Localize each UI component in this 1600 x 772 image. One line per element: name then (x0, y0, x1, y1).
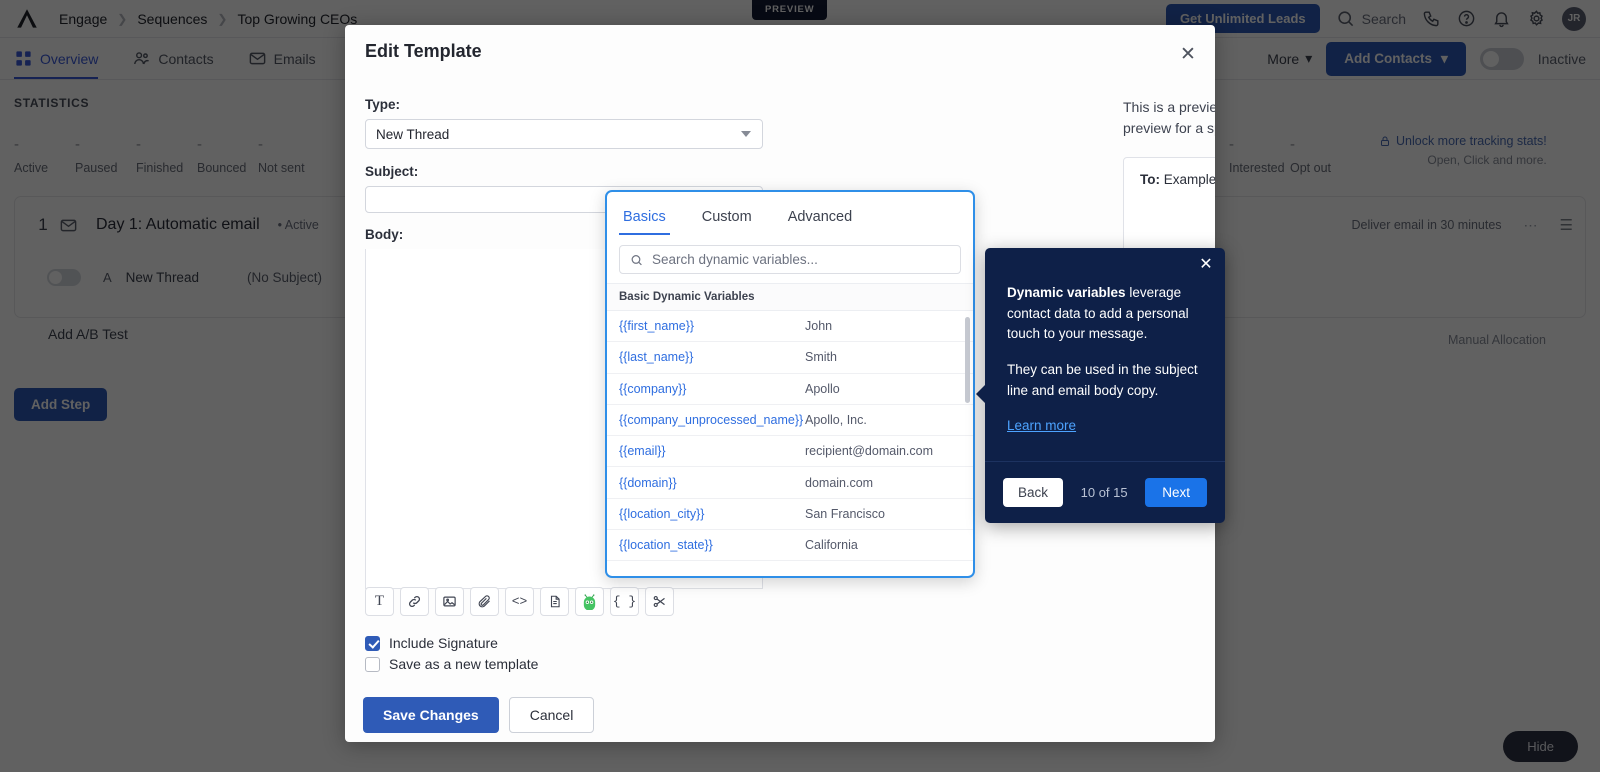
step-counter: 10 of 15 (1080, 485, 1128, 500)
variable-value: San Francisco (805, 506, 885, 521)
dynamic-variables-tabs: Basics Custom Advanced (607, 192, 973, 241)
coachmark-paragraph-1: Dynamic variables leverage contact data … (1007, 283, 1203, 345)
link-icon (409, 596, 420, 607)
include-signature-row[interactable]: Include Signature (365, 635, 538, 651)
editor-toolbar: T <> {} (365, 587, 763, 616)
document-icon[interactable] (540, 587, 569, 616)
list-item[interactable]: {{location_state}} California (607, 530, 973, 562)
variable-key: {{email}} (619, 444, 666, 459)
list-item[interactable]: {{location_city}} San Francisco (607, 499, 973, 531)
save-changes-button[interactable]: Save Changes (363, 697, 499, 733)
attachment-icon (478, 595, 490, 608)
include-signature-label: Include Signature (389, 635, 498, 651)
coachmark-body: Dynamic variables leverage contact data … (985, 248, 1225, 435)
modal-title: Edit Template (365, 41, 482, 61)
robot-mascot-icon (583, 594, 596, 610)
modal-action-buttons: Save Changes Cancel (363, 697, 595, 733)
coachmark-bold-term: Dynamic variables (1007, 285, 1126, 300)
search-icon (631, 254, 642, 265)
coachmark-footer: Back 10 of 15 Next (985, 461, 1225, 523)
preview-to-value: Example Contact <example@google.com> (1163, 172, 1215, 187)
scrollbar-thumb[interactable] (965, 317, 970, 403)
preview-note-prefix: This is a preview for an example contact… (1123, 99, 1215, 115)
variable-key: {{company_unprocessed_name}} (619, 413, 804, 428)
type-select-value: New Thread (376, 126, 450, 142)
text-format-icon[interactable]: T (365, 587, 394, 616)
variable-value: California (805, 538, 858, 553)
tab-advanced[interactable]: Advanced (784, 192, 857, 241)
code-icon[interactable]: <> (505, 587, 534, 616)
curly-braces-variable-icon[interactable]: { } (610, 587, 639, 616)
save-new-template-checkbox[interactable] (365, 656, 380, 672)
learn-more-link[interactable]: Learn more (1007, 418, 1076, 433)
type-field-label: Type: (365, 97, 401, 112)
search-input[interactable] (652, 252, 950, 267)
preview-note: This is a preview for an example contact… (1123, 97, 1215, 139)
dynamic-variables-list[interactable]: {{first_name}} John {{last_name}} Smith … (607, 311, 973, 576)
back-button[interactable]: Back (1003, 478, 1064, 507)
cancel-button[interactable]: Cancel (508, 697, 595, 733)
variable-key: {{domain}} (619, 475, 677, 490)
attachment-icon[interactable] (470, 587, 499, 616)
variable-value: domain.com (805, 475, 874, 490)
list-item[interactable]: {{last_name}} Smith (607, 342, 973, 374)
include-signature-checkbox[interactable] (365, 635, 380, 651)
list-item[interactable]: {{email}} recipient@domain.com (607, 436, 973, 468)
save-new-template-row[interactable]: Save as a new template (365, 656, 538, 672)
preview-to-label: To: (1140, 172, 1160, 187)
next-button[interactable]: Next (1145, 478, 1207, 507)
dynamic-variables-popover: Basics Custom Advanced Basic Dynamic Var… (605, 190, 975, 578)
variable-value: recipient@domain.com (805, 444, 934, 459)
variable-value: Apollo, Inc. (805, 413, 867, 428)
document-icon (550, 595, 560, 608)
type-select[interactable]: New Thread (365, 119, 763, 149)
list-item[interactable]: {{first_name}} John (607, 311, 973, 343)
list-item[interactable]: {{domain}} domain.com (607, 467, 973, 499)
image-icon[interactable] (435, 587, 464, 616)
variable-value: Smith (805, 350, 837, 365)
coachmark-tooltip: ✕ Dynamic variables leverage contact dat… (976, 248, 1225, 523)
variable-key: {{company}} (619, 381, 687, 396)
link-icon[interactable] (400, 587, 429, 616)
tab-basics[interactable]: Basics (619, 192, 670, 241)
scissors-icon[interactable] (645, 587, 674, 616)
robot-mascot-icon[interactable] (575, 587, 604, 616)
tab-custom[interactable]: Custom (698, 192, 756, 241)
variable-value: John (805, 319, 833, 334)
variable-key: {{location_city}} (619, 506, 705, 521)
variable-key: {{last_name}} (619, 350, 694, 365)
scissors-icon (653, 595, 665, 608)
variable-key: {{first_name}} (619, 319, 695, 334)
search-input-container[interactable] (619, 245, 961, 274)
variable-key: {{location_state}} (619, 538, 713, 553)
list-item[interactable]: {{company}} Apollo (607, 374, 973, 405)
subject-field-label: Subject: (365, 164, 419, 179)
chevron-down-icon (741, 131, 751, 137)
preview-to-row: To: Example Contact <example@google.com> (1140, 172, 1215, 187)
list-item[interactable]: {{company_unprocessed_name}} Apollo, Inc… (607, 405, 973, 437)
dynamic-variables-section-title: Basic Dynamic Variables (607, 283, 973, 311)
save-new-template-label: Save as a new template (389, 656, 539, 672)
coachmark-paragraph-2: They can be used in the subject line and… (1007, 361, 1198, 398)
close-icon[interactable]: ✕ (1197, 255, 1215, 273)
image-icon (443, 596, 456, 607)
dynamic-variables-search-wrap (607, 241, 973, 283)
variable-value: Apollo (805, 381, 840, 396)
close-icon[interactable]: ✕ (1177, 43, 1199, 65)
modal-checkbox-group: Include Signature Save as a new template (365, 635, 538, 677)
